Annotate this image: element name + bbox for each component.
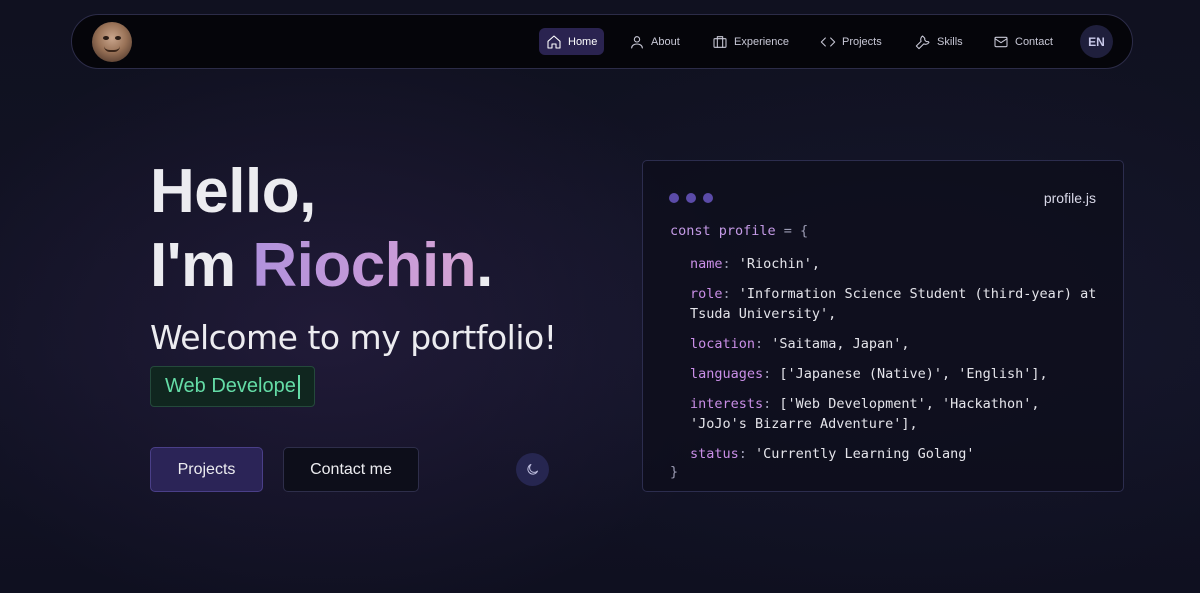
code-value: 'JoJo's Bizarre Adventure'], — [690, 416, 918, 432]
code-line-close: } — [670, 464, 678, 480]
language-button[interactable]: EN — [1080, 25, 1113, 58]
code-key: languages — [690, 366, 764, 382]
code-key: status — [690, 446, 739, 462]
hero-name: Riochin — [252, 231, 477, 300]
typing-role-box: Web Develope — [150, 366, 315, 407]
code-key: interests — [690, 396, 764, 412]
briefcase-icon — [713, 35, 727, 48]
user-icon — [631, 35, 643, 49]
avatar-eye — [115, 36, 121, 40]
mail-icon — [994, 36, 1008, 47]
window-dot — [703, 193, 713, 203]
projects-button[interactable]: Projects — [150, 447, 263, 492]
contact-me-button[interactable]: Contact me — [283, 447, 419, 492]
code-line-interests-cont: 'JoJo's Bizarre Adventure'], — [690, 416, 918, 432]
nav-item-home[interactable]: Home — [539, 28, 605, 55]
code-key: role — [690, 286, 723, 302]
window-dot — [686, 193, 696, 203]
moon-icon — [527, 464, 538, 475]
nav-item-label: Contact — [1015, 35, 1053, 48]
code-card: profile.js const profile = { name: 'Rioc… — [642, 160, 1124, 492]
nav-item-label: Projects — [842, 35, 882, 48]
code-identifier: profile — [710, 223, 776, 239]
avatar-mouth — [104, 46, 120, 52]
code-line-name: name: 'Riochin', — [690, 256, 821, 272]
hello-line: Hello, — [150, 157, 316, 226]
code-line-role-cont: Tsuda University', — [690, 306, 836, 322]
nav-item-label: Experience — [734, 35, 790, 48]
code-line-location: location: 'Saitama, Japan', — [690, 336, 910, 352]
code-value: 'Information Science Student (third-year… — [738, 286, 1097, 302]
nav-item-label: Home — [568, 35, 598, 48]
hero-heading: Hello, I'm Riochin. — [150, 155, 493, 303]
code-filename: profile.js — [1043, 190, 1096, 206]
code-line-interests: interests: ['Web Development', 'Hackatho… — [690, 396, 1040, 412]
code-key: location — [690, 336, 756, 352]
code-icon — [820, 36, 836, 47]
code-line-open: const profile = { — [670, 223, 808, 239]
code-line-languages: languages: ['Japanese (Native)', 'Englis… — [690, 366, 1048, 382]
code-punctuation: } — [670, 464, 679, 480]
welcome-text: Welcome to my portfolio! — [150, 318, 557, 357]
code-value: ['Web Development', 'Hackathon', — [779, 396, 1040, 412]
window-dots — [669, 193, 713, 203]
typing-caret — [297, 374, 300, 399]
code-keyword: const — [670, 223, 711, 239]
avatar-eye — [103, 36, 109, 40]
nav-item-label: About — [651, 35, 680, 48]
code-value: 'Riochin', — [738, 256, 821, 272]
nav-item-projects[interactable]: Projects — [813, 28, 889, 55]
nav-item-skills[interactable]: Skills — [908, 28, 970, 55]
nav-item-label: Skills — [937, 35, 963, 48]
navbar: Home About Experience Projects Skills Co… — [71, 14, 1133, 69]
name-line: I'm Riochin. — [150, 229, 493, 303]
code-key: name — [690, 256, 723, 272]
im-text: I'm — [150, 231, 253, 300]
theme-toggle-button[interactable] — [516, 453, 549, 486]
code-line-role: role: 'Information Science Student (thir… — [690, 286, 1097, 302]
typing-text: Web Develope — [165, 375, 296, 397]
code-value: Tsuda University', — [690, 306, 837, 322]
avatar[interactable] — [92, 22, 132, 62]
nav-item-about[interactable]: About — [622, 28, 687, 55]
home-icon — [547, 34, 561, 49]
nav-item-contact[interactable]: Contact — [986, 28, 1060, 55]
nav-item-experience[interactable]: Experience — [705, 28, 796, 55]
period: . — [476, 231, 493, 300]
window-dot — [669, 193, 679, 203]
wrench-icon — [915, 34, 930, 49]
code-punctuation: = { — [775, 223, 809, 239]
code-value: 'Saitama, Japan', — [771, 336, 910, 352]
code-line-status: status: 'Currently Learning Golang' — [690, 446, 975, 462]
code-value: 'Currently Learning Golang' — [755, 446, 975, 462]
code-value: ['Japanese (Native)', 'English'], — [779, 366, 1048, 382]
